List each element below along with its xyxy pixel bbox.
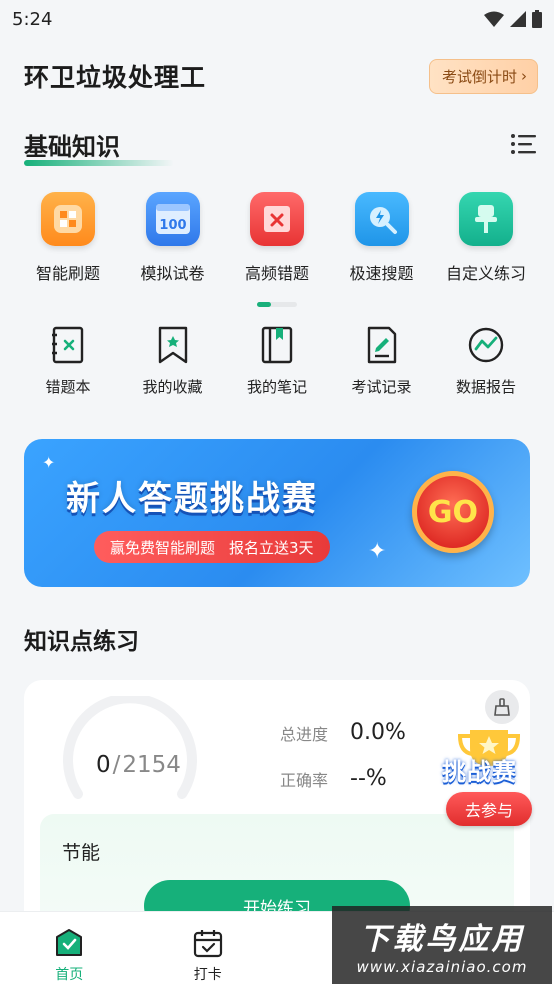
data-report-icon xyxy=(468,327,504,363)
feature-label: 智能刷题 xyxy=(35,264,100,283)
smart-practice-icon xyxy=(41,192,95,246)
page-title: 环卫垃圾处理工 xyxy=(24,63,207,92)
banner-sub-2: 报名立送3天 xyxy=(229,538,314,557)
done-count: 0 xyxy=(96,752,111,778)
accuracy-value: --% xyxy=(350,766,387,791)
sparkle-icon: ✦ xyxy=(42,453,56,472)
total-count: 2154 xyxy=(122,752,181,778)
chevron-right-icon: › xyxy=(521,67,527,85)
progress-count: 0 / 2154 xyxy=(96,752,181,778)
frequent-errors-icon xyxy=(250,192,304,246)
progress-value: 0.0% xyxy=(350,720,406,745)
feature-label: 自定义练习 xyxy=(445,264,526,283)
watermark-url: www.xiazainiao.com xyxy=(356,958,528,976)
feature-label: 模拟试卷 xyxy=(140,264,205,283)
countdown-label: 考试倒计时 xyxy=(441,67,517,86)
feature-frequent-errors[interactable]: 高频错题 xyxy=(227,192,327,284)
tool-row: 错题本 我的收藏 我的笔记 考试记录 数据报告 xyxy=(18,326,536,397)
wifi-icon xyxy=(484,11,504,27)
progress-label: 总进度 xyxy=(280,724,329,744)
feature-custom-practice[interactable]: 自定义练习 xyxy=(436,192,536,284)
knowledge-section-title: 知识点练习 xyxy=(24,629,139,655)
tool-data-report[interactable]: 数据报告 xyxy=(436,326,536,397)
exam-record-icon xyxy=(367,326,396,364)
mock-exam-badge: 100 xyxy=(159,218,186,233)
accuracy-stat: 正确率 --% xyxy=(280,766,387,791)
section-title: 基础知识 xyxy=(24,127,174,166)
challenge-banner[interactable]: ✦ ✦ 新人答题挑战赛 赢免费智能刷题 报名立送3天 GO xyxy=(24,439,530,587)
feature-quick-search[interactable]: 极速搜题 xyxy=(332,192,432,284)
home-icon xyxy=(56,929,83,956)
tool-label: 错题本 xyxy=(45,378,91,396)
subject-name: 节能 xyxy=(62,842,101,864)
status-bar: 5:24 xyxy=(0,0,554,38)
notes-icon xyxy=(261,326,293,364)
status-time: 5:24 xyxy=(12,8,53,30)
tab-label: 首页 xyxy=(55,967,84,983)
tab-checkin[interactable]: 打卡 xyxy=(139,912,278,984)
progress-stat: 总进度 0.0% xyxy=(280,720,406,745)
feature-row: 智能刷题 100 模拟试卷 高频错题 极速搜题 自定义练习 xyxy=(18,192,536,284)
exam-countdown-button[interactable]: 考试倒计时 › xyxy=(428,58,538,94)
feature-label: 极速搜题 xyxy=(349,264,414,283)
section-head: 基础知识 xyxy=(24,124,538,166)
watermark-title: 下载鸟应用 xyxy=(359,922,525,957)
mock-exam-icon: 100 xyxy=(145,192,200,246)
tool-label: 考试记录 xyxy=(351,378,412,396)
tool-label: 我的笔记 xyxy=(246,378,307,396)
tab-home[interactable]: 首页 xyxy=(0,912,139,984)
count-separator: / xyxy=(112,752,121,778)
tool-favorites[interactable]: 我的收藏 xyxy=(123,326,223,397)
tool-error-book[interactable]: 错题本 xyxy=(18,326,118,397)
clean-button[interactable] xyxy=(485,690,519,724)
favorites-icon xyxy=(158,326,187,364)
accuracy-label: 正确率 xyxy=(280,770,329,790)
section-title-text: 基础知识 xyxy=(24,132,120,161)
tab-label: 打卡 xyxy=(193,967,222,983)
section-underline xyxy=(24,159,174,166)
page-indicator-active xyxy=(257,302,271,307)
banner-sub-1: 赢免费智能刷题 xyxy=(110,538,216,557)
sparkle-icon: ✦ xyxy=(368,539,387,564)
tool-label: 数据报告 xyxy=(455,378,516,396)
feature-mock-exam[interactable]: 100 模拟试卷 xyxy=(123,192,223,284)
challenge-label: 挑战赛 xyxy=(442,758,517,786)
custom-practice-icon xyxy=(459,192,513,246)
floating-challenge[interactable]: 挑战赛 去参与 xyxy=(440,690,540,830)
progress-gauge xyxy=(63,696,197,799)
banner-go-button[interactable]: GO xyxy=(412,471,494,553)
feature-smart-practice[interactable]: 智能刷题 xyxy=(18,192,118,284)
page-indicator xyxy=(257,302,297,307)
status-icons xyxy=(484,10,542,28)
signal-icon xyxy=(510,11,526,27)
banner-title: 新人答题挑战赛 xyxy=(66,479,318,519)
battery-icon xyxy=(532,10,542,28)
watermark: 下载鸟应用 www.xiazainiao.com xyxy=(332,906,552,984)
tool-exam-record[interactable]: 考试记录 xyxy=(332,326,432,397)
join-button[interactable]: 去参与 xyxy=(446,792,532,826)
error-book-icon xyxy=(52,326,84,364)
banner-subtitle: 赢免费智能刷题 报名立送3天 xyxy=(94,531,330,563)
quick-search-icon xyxy=(354,192,409,246)
checkin-icon xyxy=(193,930,222,958)
broom-icon xyxy=(494,698,510,716)
tool-notes[interactable]: 我的笔记 xyxy=(227,326,327,397)
list-menu-icon[interactable] xyxy=(510,133,538,155)
tool-label: 我的收藏 xyxy=(142,378,203,396)
header: 环卫垃圾处理工 考试倒计时 › xyxy=(24,56,538,96)
feature-label: 高频错题 xyxy=(244,264,309,283)
